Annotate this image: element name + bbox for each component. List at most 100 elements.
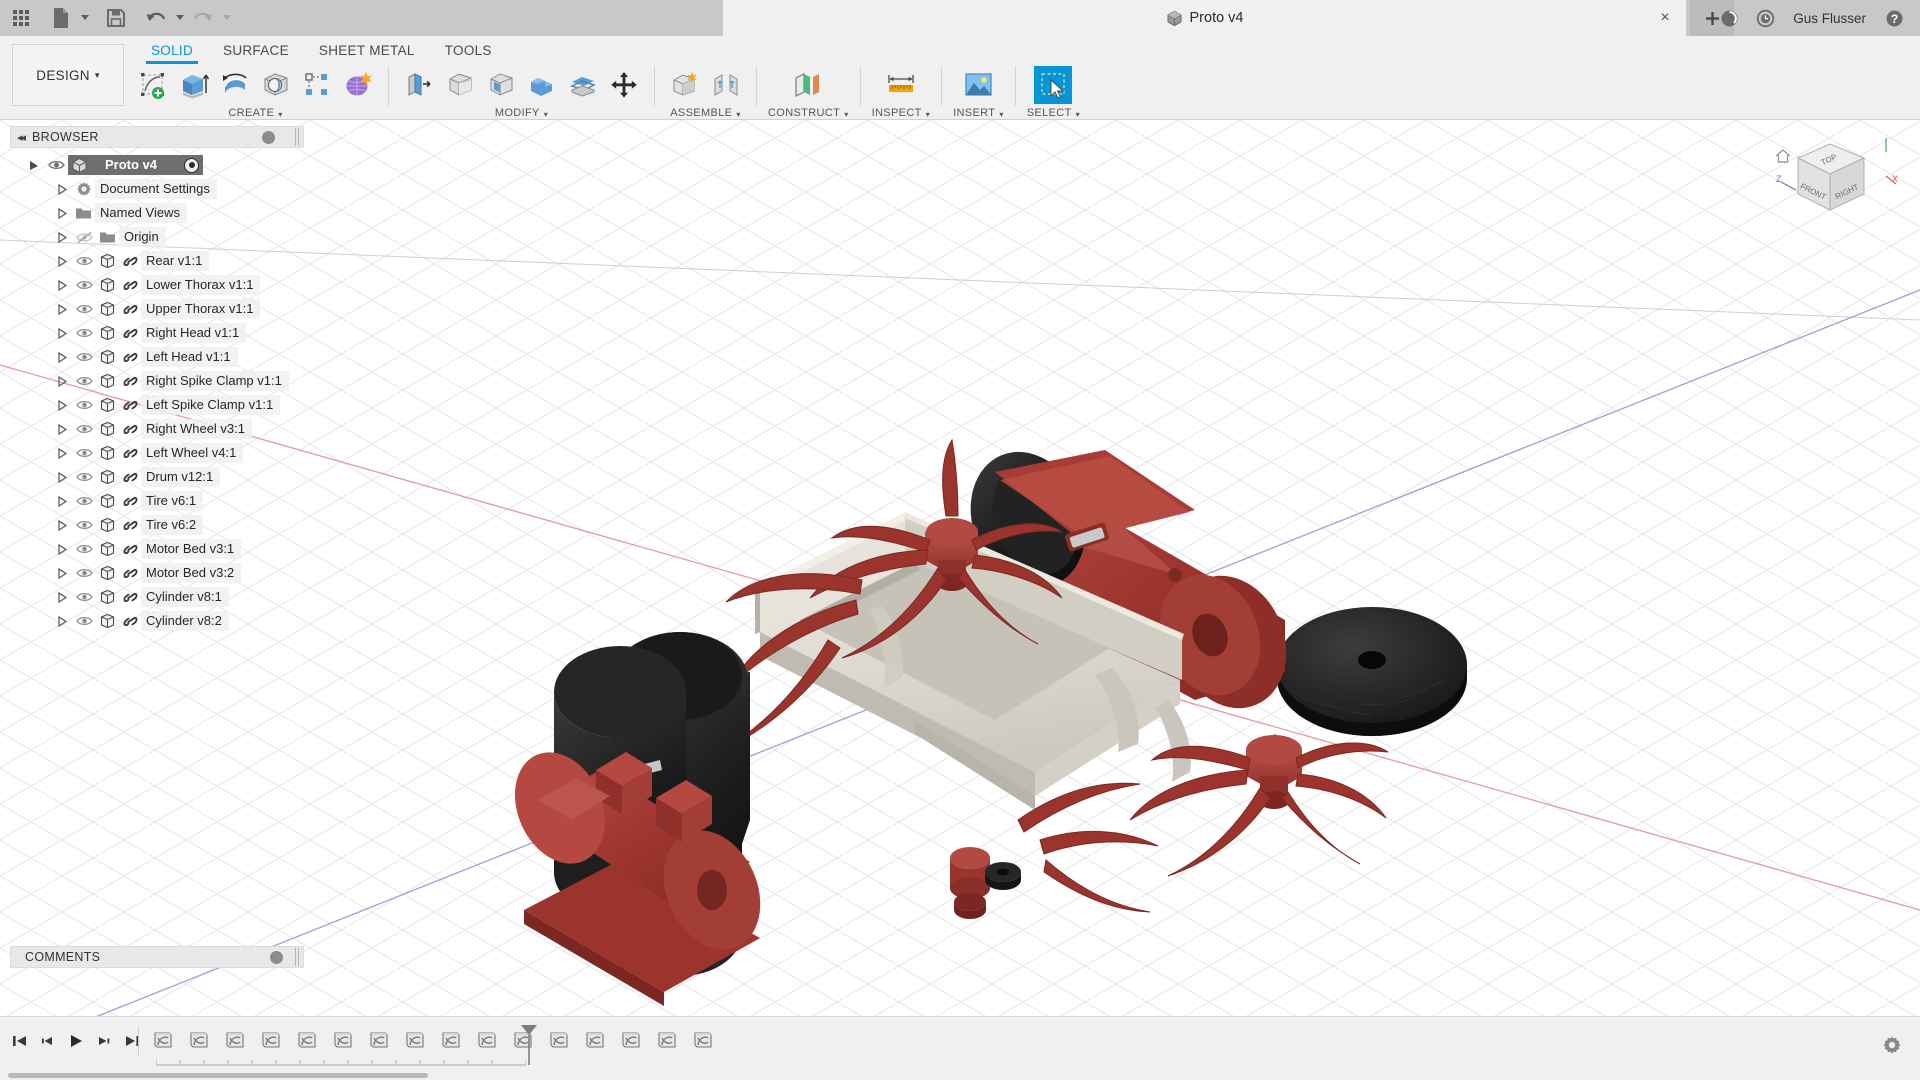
timeline-feature-5[interactable] — [294, 1027, 320, 1053]
expand-arrow-icon[interactable] — [52, 443, 72, 463]
external-link-icon[interactable] — [119, 587, 141, 607]
visibility-eye-icon[interactable] — [72, 611, 96, 631]
external-link-icon[interactable] — [119, 251, 141, 271]
expand-arrow-icon[interactable] — [52, 539, 72, 559]
shell-icon[interactable] — [482, 66, 520, 104]
expand-arrow-icon[interactable] — [52, 347, 72, 367]
revolve-icon[interactable] — [216, 66, 254, 104]
fillet-icon[interactable] — [441, 66, 479, 104]
play-icon[interactable] — [64, 1029, 88, 1053]
visibility-eye-icon[interactable] — [72, 347, 96, 367]
visibility-eye-icon[interactable] — [72, 371, 96, 391]
redo-icon[interactable] — [188, 3, 218, 33]
expand-arrow-icon[interactable] — [52, 179, 72, 199]
group-label-inspect[interactable]: INSPECT ▾ — [872, 106, 931, 120]
collapse-panel-icon[interactable]: ◂◂ — [17, 131, 24, 144]
group-label-construct[interactable]: CONSTRUCT ▾ — [768, 106, 849, 120]
tab-sheet-metal[interactable]: SHEET METAL — [304, 40, 430, 63]
expand-arrow-icon[interactable] — [52, 299, 72, 319]
home-icon[interactable] — [1776, 150, 1790, 162]
pattern-icon[interactable] — [298, 66, 336, 104]
go-to-end-icon[interactable] — [120, 1029, 144, 1053]
tree-row-component[interactable]: Tire v6:2 — [10, 513, 304, 537]
panel-resize-grip[interactable] — [295, 948, 299, 966]
expand-arrow-icon[interactable] — [52, 227, 72, 247]
timeline-feature-14[interactable] — [618, 1027, 644, 1053]
expand-arrow-icon[interactable] — [24, 155, 44, 175]
new-file-dropdown-caret[interactable] — [78, 3, 91, 33]
expand-arrow-icon[interactable] — [52, 395, 72, 415]
combine-icon[interactable] — [523, 66, 561, 104]
undo-icon[interactable] — [141, 3, 171, 33]
tree-row-component[interactable]: Tire v6:1 — [10, 489, 304, 513]
external-link-icon[interactable] — [119, 443, 141, 463]
tree-row-root[interactable]: Proto v4 — [10, 153, 304, 177]
external-link-icon[interactable] — [119, 347, 141, 367]
sphere-icon[interactable] — [257, 66, 295, 104]
visibility-eye-icon[interactable] — [72, 251, 96, 271]
external-link-icon[interactable] — [119, 491, 141, 511]
tree-row-component[interactable]: Motor Bed v3:2 — [10, 561, 304, 585]
insert-image-icon[interactable] — [959, 66, 997, 104]
visibility-eye-icon[interactable] — [72, 419, 96, 439]
group-label-select[interactable]: SELECT ▾ — [1027, 106, 1080, 120]
external-link-icon[interactable] — [119, 395, 141, 415]
joint-icon[interactable] — [707, 66, 745, 104]
step-back-icon[interactable] — [36, 1029, 60, 1053]
view-cube-body[interactable]: TOP FRONT RIGHT — [1798, 144, 1864, 210]
measure-icon[interactable] — [882, 66, 920, 104]
visibility-eye-off-icon[interactable] — [72, 227, 96, 247]
new-component-icon[interactable] — [666, 66, 704, 104]
expand-arrow-icon[interactable] — [52, 371, 72, 391]
tree-row-component[interactable]: Upper Thorax v1:1 — [10, 297, 304, 321]
close-tab-icon[interactable]: × — [1658, 11, 1672, 25]
press-pull-icon[interactable] — [400, 66, 438, 104]
visibility-eye-icon[interactable] — [72, 587, 96, 607]
new-file-icon[interactable] — [46, 3, 76, 33]
tree-row-component[interactable]: Left Spike Clamp v1:1 — [10, 393, 304, 417]
external-link-icon[interactable] — [119, 299, 141, 319]
form-icon[interactable] — [339, 66, 377, 104]
visibility-eye-icon[interactable] — [72, 515, 96, 535]
expand-arrow-icon[interactable] — [52, 611, 72, 631]
expand-arrow-icon[interactable] — [52, 419, 72, 439]
group-label-insert[interactable]: INSERT ▾ — [953, 106, 1004, 120]
tree-row-component[interactable]: Cylinder v8:2 — [10, 609, 304, 633]
external-link-icon[interactable] — [119, 563, 141, 583]
browser-options-icon[interactable] — [262, 131, 275, 144]
extrude-icon[interactable] — [175, 66, 213, 104]
comments-options-icon[interactable] — [270, 951, 283, 964]
recent-icon[interactable] — [1747, 0, 1783, 36]
timeline-feature-3[interactable] — [222, 1027, 248, 1053]
external-link-icon[interactable] — [119, 611, 141, 631]
tree-row-component[interactable]: Cylinder v8:1 — [10, 585, 304, 609]
offset-face-icon[interactable] — [564, 66, 602, 104]
timeline-feature-13[interactable] — [582, 1027, 608, 1053]
comments-panel[interactable]: COMMENTS — [10, 946, 304, 968]
tree-row-component[interactable]: Right Head v1:1 — [10, 321, 304, 345]
visibility-eye-icon[interactable] — [72, 443, 96, 463]
expand-arrow-icon[interactable] — [52, 203, 72, 223]
timeline-feature-7[interactable] — [366, 1027, 392, 1053]
grid-apps-icon[interactable] — [6, 3, 36, 33]
offset-plane-icon[interactable] — [789, 66, 827, 104]
workspace-selector[interactable]: DESIGN ▾ — [12, 44, 124, 106]
timeline-feature-15[interactable] — [654, 1027, 680, 1053]
tab-tools[interactable]: TOOLS — [430, 40, 507, 63]
save-icon[interactable] — [101, 3, 131, 33]
create-sketch-icon[interactable] — [134, 66, 172, 104]
external-link-icon[interactable] — [119, 275, 141, 295]
expand-arrow-icon[interactable] — [52, 491, 72, 511]
timeline-feature-2[interactable] — [186, 1027, 212, 1053]
timeline-feature-9[interactable] — [438, 1027, 464, 1053]
tree-row-component[interactable]: Right Wheel v3:1 — [10, 417, 304, 441]
help-icon[interactable]: ? — [1876, 0, 1912, 36]
viewport-canvas[interactable]: ◂◂ BROWSER — [0, 120, 1920, 1016]
visibility-eye-icon[interactable] — [72, 563, 96, 583]
view-cube[interactable]: TOP FRONT RIGHT Z X — [1768, 130, 1898, 240]
group-label-create[interactable]: CREATE ▾ — [228, 106, 282, 120]
external-link-icon[interactable] — [119, 515, 141, 535]
timeline-feature-12[interactable] — [546, 1027, 572, 1053]
visibility-eye-icon[interactable] — [72, 395, 96, 415]
timeline-feature-6[interactable] — [330, 1027, 356, 1053]
